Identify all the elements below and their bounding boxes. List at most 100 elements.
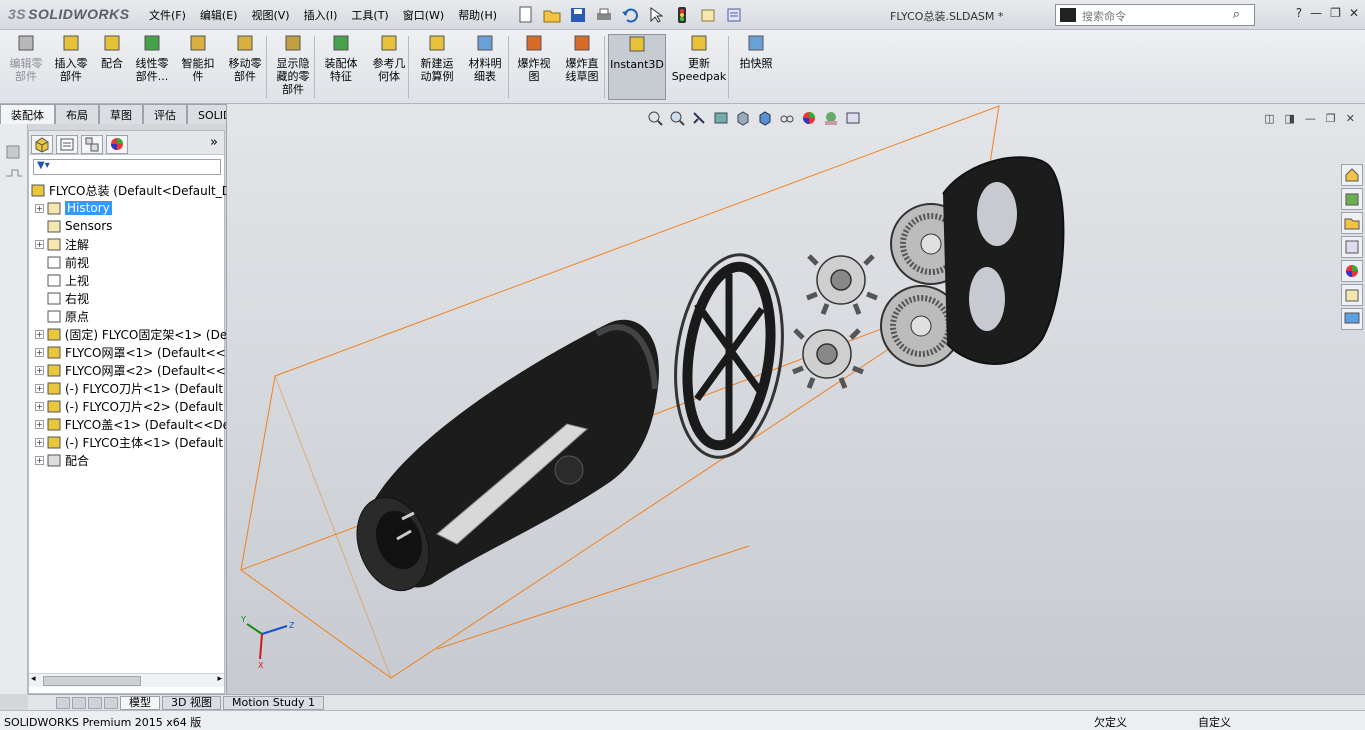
rebuild-icon[interactable] [671, 4, 693, 26]
exploded-view-button[interactable]: 爆炸视图 [512, 34, 556, 100]
options-icon[interactable] [723, 4, 745, 26]
property-manager-tab-icon[interactable] [56, 135, 78, 154]
save-icon[interactable] [567, 4, 589, 26]
new-motion-study-button[interactable]: 新建运 动算例 [414, 34, 460, 100]
tree-item[interactable]: Sensors [29, 217, 226, 235]
first-tab-button[interactable] [56, 696, 70, 709]
tree-item[interactable]: + (固定) FLYCO固定架<1> (De [29, 325, 226, 343]
file-explorer-icon[interactable] [1341, 212, 1363, 234]
scroll-right-icon[interactable]: ▸ [217, 674, 222, 684]
menu-help[interactable]: 帮助(H) [451, 7, 504, 23]
custom-properties-icon[interactable] [1341, 284, 1363, 306]
tree-item[interactable]: 右视 [29, 289, 226, 307]
tree-filter-input[interactable]: ▼▾ [33, 159, 221, 175]
insert-components-button[interactable]: 插入零 部件 [48, 34, 94, 100]
move-component-button[interactable]: 移动零 部件 [222, 34, 268, 100]
tree-item[interactable]: + 配合 [29, 451, 226, 469]
reference-geometry-button[interactable]: 参考几 何体 [366, 34, 412, 100]
print-icon[interactable] [593, 4, 615, 26]
explode-line-sketch-button[interactable]: 爆炸直 线草图 [558, 34, 606, 100]
smart-fasteners-button[interactable]: 智能扣件 [176, 34, 220, 100]
tree-root-assembly[interactable]: FLYCO总装 (Default<Default_D [29, 181, 226, 199]
previous-tab-button[interactable] [72, 696, 86, 709]
command-manager: 编辑零 部件 插入零 部件 配合 线性零 部件... 智能扣件移动零 部件 显示隐 藏的零 部件 装配体… [0, 30, 1365, 104]
design-library-icon[interactable] [0, 124, 28, 204]
tab-assembly[interactable]: 装配体 [0, 104, 55, 124]
appearances-scenes-icon[interactable] [1341, 260, 1363, 282]
scroll-left-icon[interactable]: ◂ [31, 674, 36, 684]
minimize-button[interactable]: — [1310, 6, 1322, 20]
view-palette-icon[interactable] [1341, 236, 1363, 258]
tree-item[interactable]: + FLYCO网罩<1> (Default<< [29, 343, 226, 361]
tab-motion-study[interactable]: Motion Study 1 [222, 695, 325, 710]
assembly-features-button[interactable]: 装配体 特征 [318, 34, 364, 100]
units-selector[interactable]: 自定义 [1198, 714, 1231, 730]
restore-button[interactable]: ❐ [1330, 6, 1341, 20]
tab-evaluate[interactable]: 评估 [143, 104, 187, 124]
edit-component-button[interactable]: 编辑零 部件 [4, 34, 48, 100]
graphics-area[interactable]: ◫ ◨ — ❐ ✕ Z Y X [226, 104, 1365, 694]
close-button[interactable]: ✕ [1349, 6, 1359, 20]
menu-tools[interactable]: 工具(T) [344, 7, 395, 23]
forum-icon[interactable] [1341, 308, 1363, 330]
menu-view[interactable]: 视图(V) [244, 7, 296, 23]
last-tab-button[interactable] [104, 696, 118, 709]
configuration-manager-tab-icon[interactable] [81, 135, 103, 154]
expand-icon[interactable]: + [35, 419, 44, 429]
tree-item[interactable]: + 注解 [29, 235, 226, 253]
expand-icon[interactable]: + [35, 455, 44, 465]
design-library-tab-icon[interactable] [1341, 188, 1363, 210]
expand-icon[interactable]: + [35, 437, 44, 447]
menu-window[interactable]: 窗口(W) [396, 7, 451, 23]
expand-icon[interactable]: + [35, 401, 44, 411]
update-speedpak-button[interactable]: 更新 Speedpak [668, 34, 730, 100]
search-icon[interactable]: ⌕ [1233, 7, 1240, 22]
next-tab-button[interactable] [88, 696, 102, 709]
tree-horizontal-scrollbar[interactable]: ◂ ▸ [29, 673, 224, 687]
mate-icon [104, 35, 120, 51]
show-hidden-components-button[interactable]: 显示隐 藏的零 部件 [270, 34, 316, 100]
new-document-icon[interactable] [515, 4, 537, 26]
display-manager-tab-icon[interactable] [106, 135, 128, 154]
search-commands-input[interactable]: 搜索命令 ⌕ [1055, 4, 1255, 26]
tree-item[interactable]: + (-) FLYCO刀片<2> (Default [29, 397, 226, 415]
tree-item[interactable]: + (-) FLYCO刀片<1> (Default [29, 379, 226, 397]
expand-icon[interactable]: + [35, 203, 44, 213]
expand-icon[interactable]: + [35, 383, 44, 393]
tree-item[interactable]: 原点 [29, 307, 226, 325]
expand-panel-icon[interactable]: » [210, 135, 218, 150]
expand-icon[interactable]: + [35, 365, 44, 375]
tab-3d-views[interactable]: 3D 视图 [162, 695, 221, 710]
tab-layout[interactable]: 布局 [55, 104, 99, 124]
file-properties-icon[interactable] [697, 4, 719, 26]
open-folder-icon[interactable] [541, 4, 563, 26]
mate-button[interactable]: 配合 [96, 34, 128, 100]
instant3d-button[interactable]: Instant3D [608, 34, 666, 100]
tree-item[interactable]: + FLYCO盖<1> (Default<<De [29, 415, 226, 433]
expand-icon[interactable]: + [35, 347, 44, 357]
tree-item[interactable]: 前视 [29, 253, 226, 271]
command-label: 更新 Speedpak [671, 57, 727, 83]
tree-item[interactable]: + History [29, 199, 226, 217]
menu-edit[interactable]: 编辑(E) [193, 7, 245, 23]
menu-insert[interactable]: 插入(I) [297, 7, 345, 23]
tree-item[interactable]: + (-) FLYCO主体<1> (Default [29, 433, 226, 451]
take-snapshot-button[interactable]: 拍快照 [732, 34, 780, 100]
solidworks-resources-icon[interactable] [1341, 164, 1363, 186]
help-icon[interactable]: ? [1296, 6, 1302, 20]
undo-icon[interactable] [619, 4, 641, 26]
expand-icon[interactable]: + [35, 329, 44, 339]
tree-item[interactable]: + FLYCO网罩<2> (Default<< [29, 361, 226, 379]
scrollbar-thumb[interactable] [43, 676, 141, 686]
linear-pattern-button[interactable]: 线性零 部件... [130, 34, 174, 100]
tree-item[interactable]: 上视 [29, 271, 226, 289]
tab-model[interactable]: 模型 [120, 695, 160, 710]
blade-holder-frame [674, 253, 784, 459]
select-arrow-icon[interactable] [645, 4, 667, 26]
menu-file[interactable]: 文件(F) [142, 7, 193, 23]
solidworks-logo[interactable]: 3S SOLIDWORKS [8, 6, 130, 22]
tab-sketch[interactable]: 草图 [99, 104, 143, 124]
bill-of-materials-button[interactable]: 材料明 细表 [462, 34, 508, 100]
feature-manager-tab-icon[interactable] [31, 135, 53, 154]
expand-icon[interactable]: + [35, 239, 44, 249]
